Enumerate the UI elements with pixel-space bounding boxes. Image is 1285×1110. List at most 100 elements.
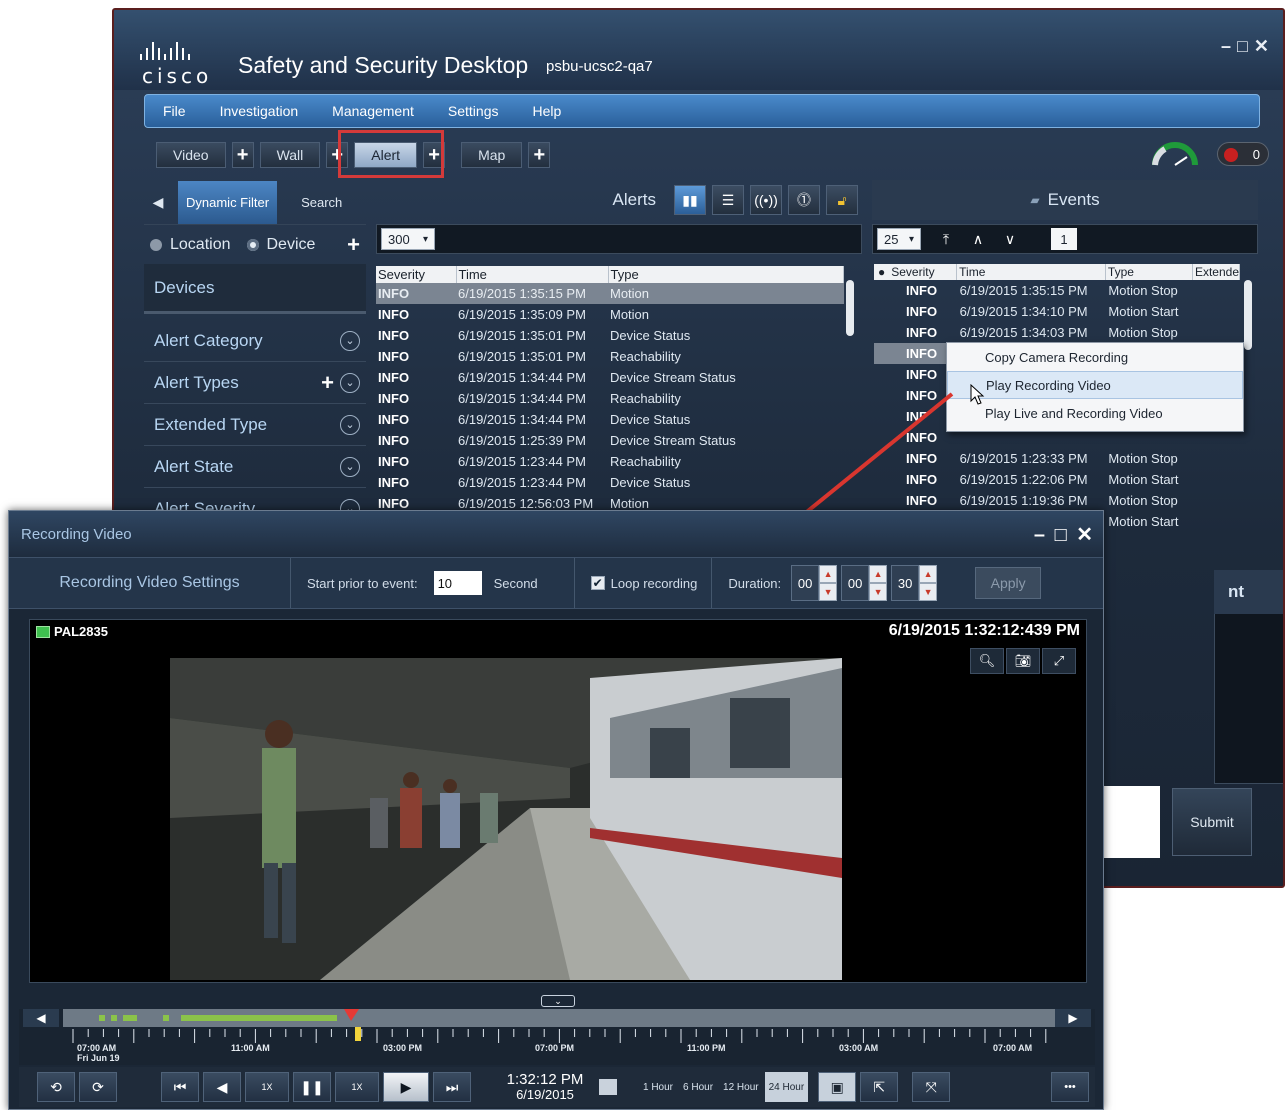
column-header[interactable]: Extende [1192,264,1241,280]
close-button[interactable]: ✕ [1076,524,1095,546]
add-map-tab-button[interactable]: + [528,142,551,168]
table-row[interactable]: INFO 6/19/2015 1:34:10 PM Motion Start [874,301,1240,322]
calendar-icon[interactable] [599,1079,617,1095]
chevron-down-icon[interactable]: ⌄ [340,456,360,477]
increment-icon[interactable]: ▲ [869,565,888,583]
add-device-button[interactable]: + [347,232,360,258]
prev-page-icon[interactable]: ∧ [965,227,991,251]
playhead-marker[interactable] [355,1027,361,1041]
comment-input[interactable] [1100,786,1160,858]
table-row[interactable]: INFO 6/19/2015 1:35:01 PM Reachability [376,346,844,367]
collapse-left-icon[interactable]: ◀ [144,194,172,211]
events-page-size-select[interactable]: 25 [877,228,921,250]
range-12-hour[interactable]: 12 Hour [719,1072,763,1102]
table-row[interactable]: INFO 6/19/2015 1:35:15 PM Motion [376,283,844,304]
next-page-icon[interactable]: ∨ [997,227,1023,251]
tab-video[interactable]: Video [156,142,226,168]
tab-wall[interactable]: Wall [259,142,321,168]
skip-to-start-icon[interactable]: ⏮︎ [161,1072,199,1102]
column-header[interactable]: Type [608,266,844,283]
chevron-down-icon[interactable]: ⌄ [340,372,360,393]
column-header[interactable]: Severity [376,266,457,283]
minimize-button[interactable]: – [1221,36,1231,57]
step-back-icon[interactable]: ◀ [203,1072,241,1102]
page-number-field[interactable]: 1 [1051,228,1077,250]
stepper-value[interactable]: 00 [791,565,820,601]
table-row[interactable]: INFO 6/19/2015 1:34:03 PM Motion Stop [874,322,1240,343]
duration-minutes-stepper[interactable]: 00 ▲ ▼ [841,565,888,601]
range-24-hour[interactable]: 24 Hour [764,1072,809,1102]
column-header[interactable]: ● Severity [874,264,958,280]
decrement-icon[interactable]: ▼ [919,583,938,601]
menu-investigation[interactable]: Investigation [220,103,299,119]
stepper-value[interactable]: 00 [841,565,870,601]
loop-recording-checkbox[interactable]: ✔ [590,576,605,590]
increment-icon[interactable]: ▲ [919,565,938,583]
alarm-counter[interactable]: 0 [1217,142,1269,166]
maximize-button[interactable]: □ [1237,36,1248,57]
pause-icon[interactable]: ❚❚ [293,1072,331,1102]
expand-icon[interactable]: ⤢ [1042,648,1076,674]
skip-to-end-icon[interactable]: ⏭︎ [433,1072,471,1102]
forward-speed-button[interactable]: 1X [335,1072,379,1102]
menu-help[interactable]: Help [532,103,561,119]
forward-loop-icon[interactable]: ⟳ [79,1072,117,1102]
filter-alert-types[interactable]: Alert Types + ⌄ [144,362,366,404]
broadcast-icon[interactable]: ((•)) [750,185,782,215]
submit-button[interactable]: Submit [1172,788,1252,856]
menu-settings[interactable]: Settings [448,103,499,119]
chevron-down-icon[interactable]: ⌄ [340,330,360,351]
filter-extended-type[interactable]: Extended Type ⌄ [144,404,366,446]
split-view-icon[interactable]: ▮▮ [674,185,706,215]
timeline-track[interactable] [63,1009,1059,1027]
table-row[interactable]: INFO 6/19/2015 1:35:01 PM Device Status [376,325,844,346]
save-clip-icon[interactable]: ▣ [818,1072,857,1102]
table-row[interactable]: INFO 6/19/2015 1:35:15 PM Motion Stop [874,280,1240,301]
snapshot-icon[interactable]: 📷︎ [1006,648,1040,674]
maximize-button[interactable]: □ [1055,524,1069,546]
increment-icon[interactable]: ▲ [819,565,838,583]
menu-play-live-and-recording-video[interactable]: Play Live and Recording Video [947,399,1243,427]
tab-map[interactable]: Map [461,142,523,168]
comment-icon[interactable]: ⓵ [788,185,820,215]
list-view-icon[interactable]: ☰ [712,185,744,215]
add-video-tab-button[interactable]: + [231,142,254,168]
device-radio[interactable] [246,238,259,251]
menu-management[interactable]: Management [332,103,414,119]
decrement-icon[interactable]: ▼ [819,583,838,601]
apply-button[interactable]: Apply [975,567,1042,599]
tab-search[interactable]: Search [293,181,350,224]
first-page-icon[interactable]: ⤒ [933,227,959,251]
zoom-icon[interactable]: 🔍︎ [970,648,1004,674]
duration-hours-stepper[interactable]: 00 ▲ ▼ [791,565,838,601]
filter-alert-category[interactable]: Alert Category ⌄ [144,320,366,362]
range-1-hour[interactable]: 1 Hour [639,1072,677,1102]
timeline-scroll-left-icon[interactable]: ◀ [23,1009,59,1027]
minimize-button[interactable]: – [1034,524,1047,546]
column-header[interactable]: Time [456,266,609,283]
table-row[interactable]: INFO 6/19/2015 1:35:09 PM Motion [376,304,844,325]
video-viewport[interactable]: PAL2835 6/19/2015 1:32:12:439 PM 🔍︎ 📷︎ ⤢ [29,619,1087,983]
chevron-down-icon[interactable]: ⌄ [340,414,360,435]
column-header[interactable]: Time [956,264,1106,280]
filter-alert-state[interactable]: Alert State ⌄ [144,446,366,488]
devices-field[interactable]: Devices [144,264,366,314]
location-radio[interactable] [150,238,162,251]
menu-copy-camera-recording[interactable]: Copy Camera Recording [947,343,1243,371]
collapse-timeline-icon[interactable]: ⌄ [541,995,575,1007]
decrement-icon[interactable]: ▼ [869,583,888,601]
timeline[interactable]: ◀ ▶ 07:00 AM Fri Jun 19 11:00 AM 03:00 P… [19,1009,1095,1065]
start-prior-input[interactable]: 10 [433,571,482,595]
health-gauge-icon[interactable] [1151,137,1199,169]
export-icon[interactable]: ⇱ [860,1072,899,1102]
alerts-page-size-select[interactable]: 300 [381,228,435,250]
more-options-button[interactable]: ••• [1051,1072,1089,1102]
range-6-hour[interactable]: 6 Hour [679,1072,717,1102]
alerts-scrollbar[interactable] [846,280,854,336]
rewind-loop-icon[interactable]: ⟲ [37,1072,75,1102]
reverse-speed-button[interactable]: 1X [245,1072,289,1102]
tab-dynamic-filter[interactable]: Dynamic Filter [178,180,278,224]
column-header[interactable]: Type [1105,264,1193,280]
lock-icon[interactable]: 🔓︎ [826,185,858,215]
menu-file[interactable]: File [163,103,186,119]
